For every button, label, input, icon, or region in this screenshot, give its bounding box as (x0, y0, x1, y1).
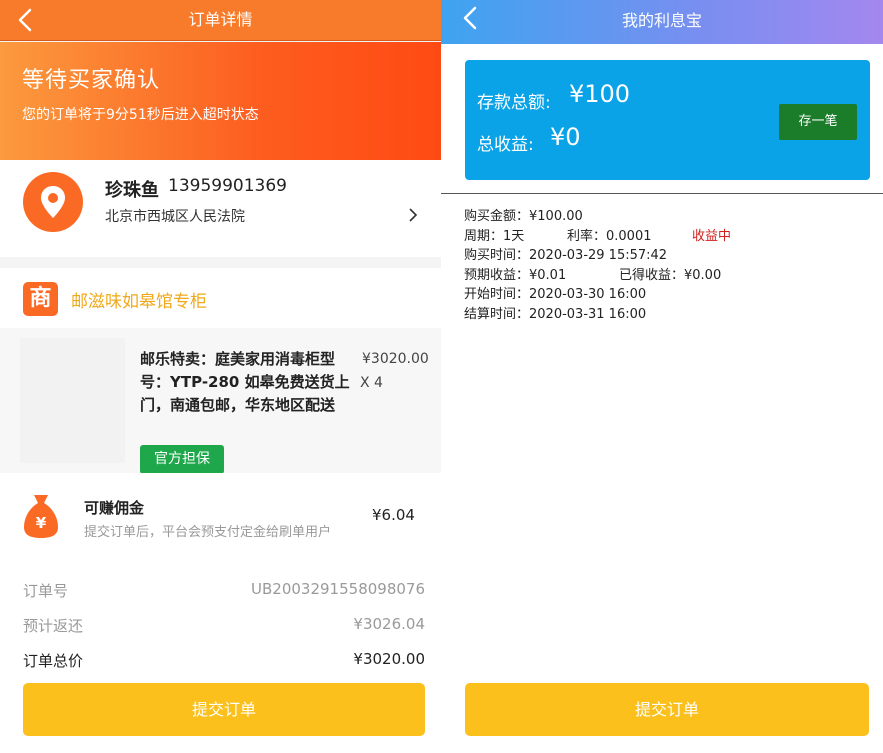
order-detail-panel: 订单详情 等待买家确认 您的订单将于9分51秒后进入超时状态 珍珠鱼 13959… (0, 0, 441, 753)
purchase-time: 购买时间：2020-03-29 15:57:42 (464, 248, 668, 263)
savings-card: 存款总额: ¥100 总收益: ¥0 存一笔 (465, 60, 870, 180)
submit-order-button[interactable]: 提交订单 (465, 683, 869, 736)
order-number-label: 订单号 (23, 582, 69, 600)
top-bar: 我的利息宝 (441, 0, 883, 44)
detail-row: 购买金额：¥100.00 (464, 207, 874, 227)
order-number-value: UB2003291558098076 (251, 580, 425, 598)
estimated-refund-label: 预计返还 (23, 617, 84, 635)
product-quantity: X 4 (360, 375, 383, 391)
earning-status: 收益中 (692, 228, 732, 244)
period: 周期：1天 (464, 228, 525, 244)
page-title: 订单详情 (188, 10, 253, 29)
shop-row[interactable]: 商 邮滋味如皋馆专柜 (0, 268, 441, 328)
commission-amount: ¥6.04 (372, 506, 415, 524)
settlement-time: 结算时间：2020-03-31 16:00 (464, 306, 647, 322)
interest-rate: 利率：0.0001 (567, 228, 652, 244)
detail-row: 周期：1天 利率：0.0001 收益中 (464, 227, 874, 247)
recipient-phone: 13959901369 (168, 176, 287, 196)
estimated-refund-row: 预计返还 ¥3026.04 (0, 607, 441, 641)
deposit-button[interactable]: 存一笔 (779, 104, 857, 140)
svg-text:¥: ¥ (36, 514, 47, 532)
recipient-name: 珍珠鱼 (105, 180, 159, 201)
submit-order-button[interactable]: 提交订单 (23, 683, 425, 736)
detail-row: 开始时间：2020-03-30 16:00 (464, 285, 874, 305)
estimated-refund-value: ¥3026.04 (353, 615, 425, 633)
total-earnings-value: ¥0 (550, 123, 581, 151)
guarantee-badge: 官方担保 (140, 445, 224, 474)
status-banner: 等待买家确认 您的订单将于9分51秒后进入超时状态 (0, 42, 441, 160)
order-total-label: 订单总价 (23, 652, 84, 670)
status-countdown: 您的订单将于9分51秒后进入超时状态 (22, 107, 259, 123)
commission-title: 可赚佣金 (84, 499, 145, 517)
expected-earnings: 预期收益：¥0.01 (464, 267, 567, 283)
product-price: ¥3020.00 (362, 351, 429, 367)
detail-row: 预期收益：¥0.01 已得收益：¥0.00 (464, 266, 874, 286)
deposit-total-label: 存款总额: (477, 93, 551, 113)
commission-card: ¥ 可赚佣金 提交订单后，平台会预支付定金给刷单用户 ¥6.04 (0, 473, 441, 563)
product-title: 邮乐特卖：庭美家用消毒柜型号：YTP-280 如皋免费送货上门，南通包邮，华东地… (140, 350, 350, 414)
money-bag-icon: ¥ (22, 493, 60, 539)
product-card[interactable]: 邮乐特卖：庭美家用消毒柜型号：YTP-280 如皋免费送货上门，南通包邮，华东地… (0, 328, 441, 474)
detail-row: 结算时间：2020-03-31 16:00 (464, 305, 874, 325)
recipient-address: 北京市西城区人民法院 (105, 209, 245, 225)
purchase-amount: 购买金额：¥100.00 (464, 209, 583, 224)
commission-description: 提交订单后，平台会预支付定金给刷单用户 (84, 525, 332, 540)
top-bar: 订单详情 (0, 0, 441, 41)
earned-earnings: 已得收益：¥0.00 (619, 267, 722, 283)
start-time: 开始时间：2020-03-30 16:00 (464, 287, 647, 302)
detail-row: 购买时间：2020-03-29 15:57:42 (464, 246, 874, 266)
shop-icon: 商 (23, 282, 58, 316)
address-card[interactable]: 珍珠鱼 13959901369 北京市西城区人民法院 (0, 160, 441, 257)
investment-details: 购买金额：¥100.00 周期：1天 利率：0.0001 收益中 购买时间：20… (464, 207, 874, 324)
location-pin-icon (23, 172, 83, 232)
order-total-value: ¥3020.00 (353, 650, 425, 668)
total-earnings-label: 总收益: (477, 135, 534, 155)
divider (441, 193, 883, 194)
product-image (20, 338, 125, 463)
order-number-row: 订单号 UB2003291558098076 (0, 572, 441, 606)
interest-treasure-panel: 我的利息宝 存款总额: ¥100 总收益: ¥0 存一笔 购买金额：¥100.0… (441, 0, 883, 753)
order-total-row: 订单总价 ¥3020.00 (0, 642, 441, 676)
deposit-total-value: ¥100 (569, 80, 631, 108)
chevron-right-icon[interactable] (408, 208, 418, 222)
page-title: 我的利息宝 (621, 11, 702, 30)
status-title: 等待买家确认 (22, 68, 161, 93)
shop-name: 邮滋味如皋馆专柜 (71, 292, 207, 312)
